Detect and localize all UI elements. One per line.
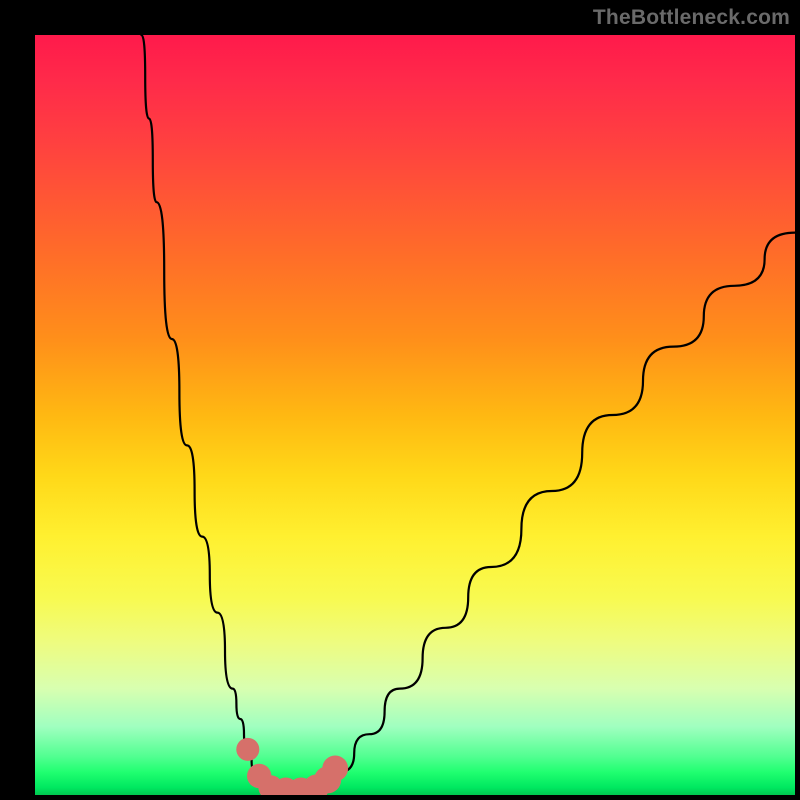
bottleneck-curve-right [324, 233, 795, 788]
valley-markers [236, 738, 348, 795]
watermark-text: TheBottleneck.com [593, 6, 790, 30]
bottleneck-curve-left [141, 35, 263, 787]
curve-svg [35, 35, 795, 795]
valley-marker [236, 738, 259, 761]
chart-stage: TheBottleneck.com [0, 0, 800, 800]
plot-area [35, 35, 795, 795]
valley-marker [322, 756, 348, 782]
